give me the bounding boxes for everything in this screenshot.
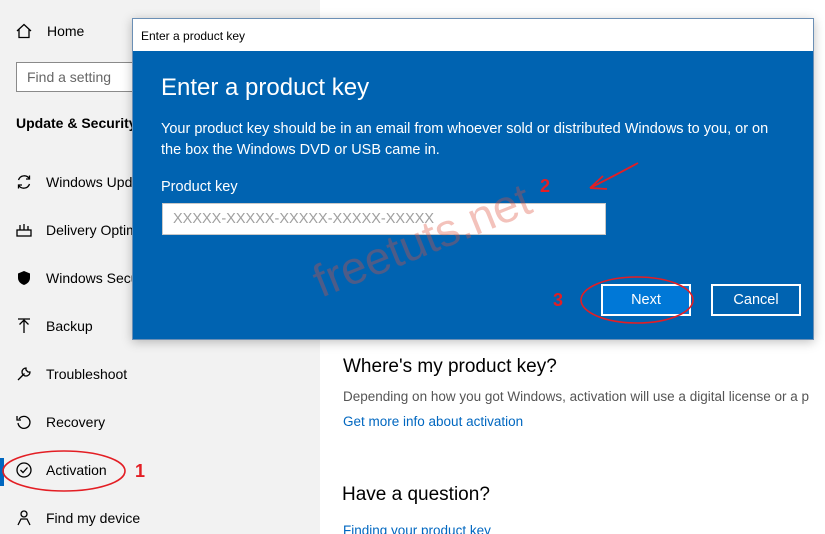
sidebar-item-label: Troubleshoot: [46, 366, 128, 382]
check-circle-icon: [14, 460, 34, 480]
product-key-dialog: Enter a product key Enter a product key …: [132, 18, 814, 340]
home-icon: [14, 21, 34, 41]
step-1-label: 1: [135, 461, 146, 481]
question-heading: Have a question?: [342, 484, 490, 505]
sidebar-item-find-my-device[interactable]: Find my device: [0, 503, 320, 533]
finding-product-key-link[interactable]: Finding your product key: [343, 523, 491, 534]
home-label: Home: [47, 23, 85, 39]
dialog-titlebar[interactable]: Enter a product key: [133, 19, 813, 51]
home-nav-item[interactable]: Home: [14, 20, 84, 42]
sidebar-item-label: Activation: [46, 462, 107, 478]
find-setting-input[interactable]: Find a setting: [16, 62, 141, 92]
more-info-link[interactable]: Get more info about activation: [343, 414, 523, 429]
sidebar-item-recovery[interactable]: Recovery: [0, 407, 320, 437]
product-key-input[interactable]: [162, 203, 606, 235]
sidebar-item-label: Find my device: [46, 510, 141, 526]
dialog-heading: Enter a product key: [161, 74, 370, 101]
section-title: Update & Security: [16, 115, 137, 131]
shield-icon: [14, 268, 34, 288]
delivery-icon: [14, 220, 34, 240]
product-key-label: Product key: [161, 179, 238, 195]
product-key-description: Depending on how you got Windows, activa…: [343, 389, 810, 404]
wrench-icon: [14, 364, 34, 384]
sidebar-item-troubleshoot[interactable]: Troubleshoot: [0, 359, 320, 389]
sidebar-item-activation[interactable]: Activation: [0, 455, 320, 485]
next-button[interactable]: Next: [601, 284, 691, 316]
sidebar-item-label: Recovery: [46, 414, 106, 430]
backup-icon: [14, 316, 34, 336]
cancel-button[interactable]: Cancel: [711, 284, 801, 316]
product-key-heading: Where's my product key?: [343, 356, 557, 377]
step-2-label: 2: [540, 176, 551, 196]
sidebar-item-label: Backup: [46, 318, 93, 334]
sync-icon: [14, 172, 34, 192]
recovery-icon: [14, 412, 34, 432]
step-3-label: 3: [553, 290, 564, 310]
dialog-description: Your product key should be in an email f…: [161, 121, 769, 158]
person-icon: [14, 508, 34, 528]
